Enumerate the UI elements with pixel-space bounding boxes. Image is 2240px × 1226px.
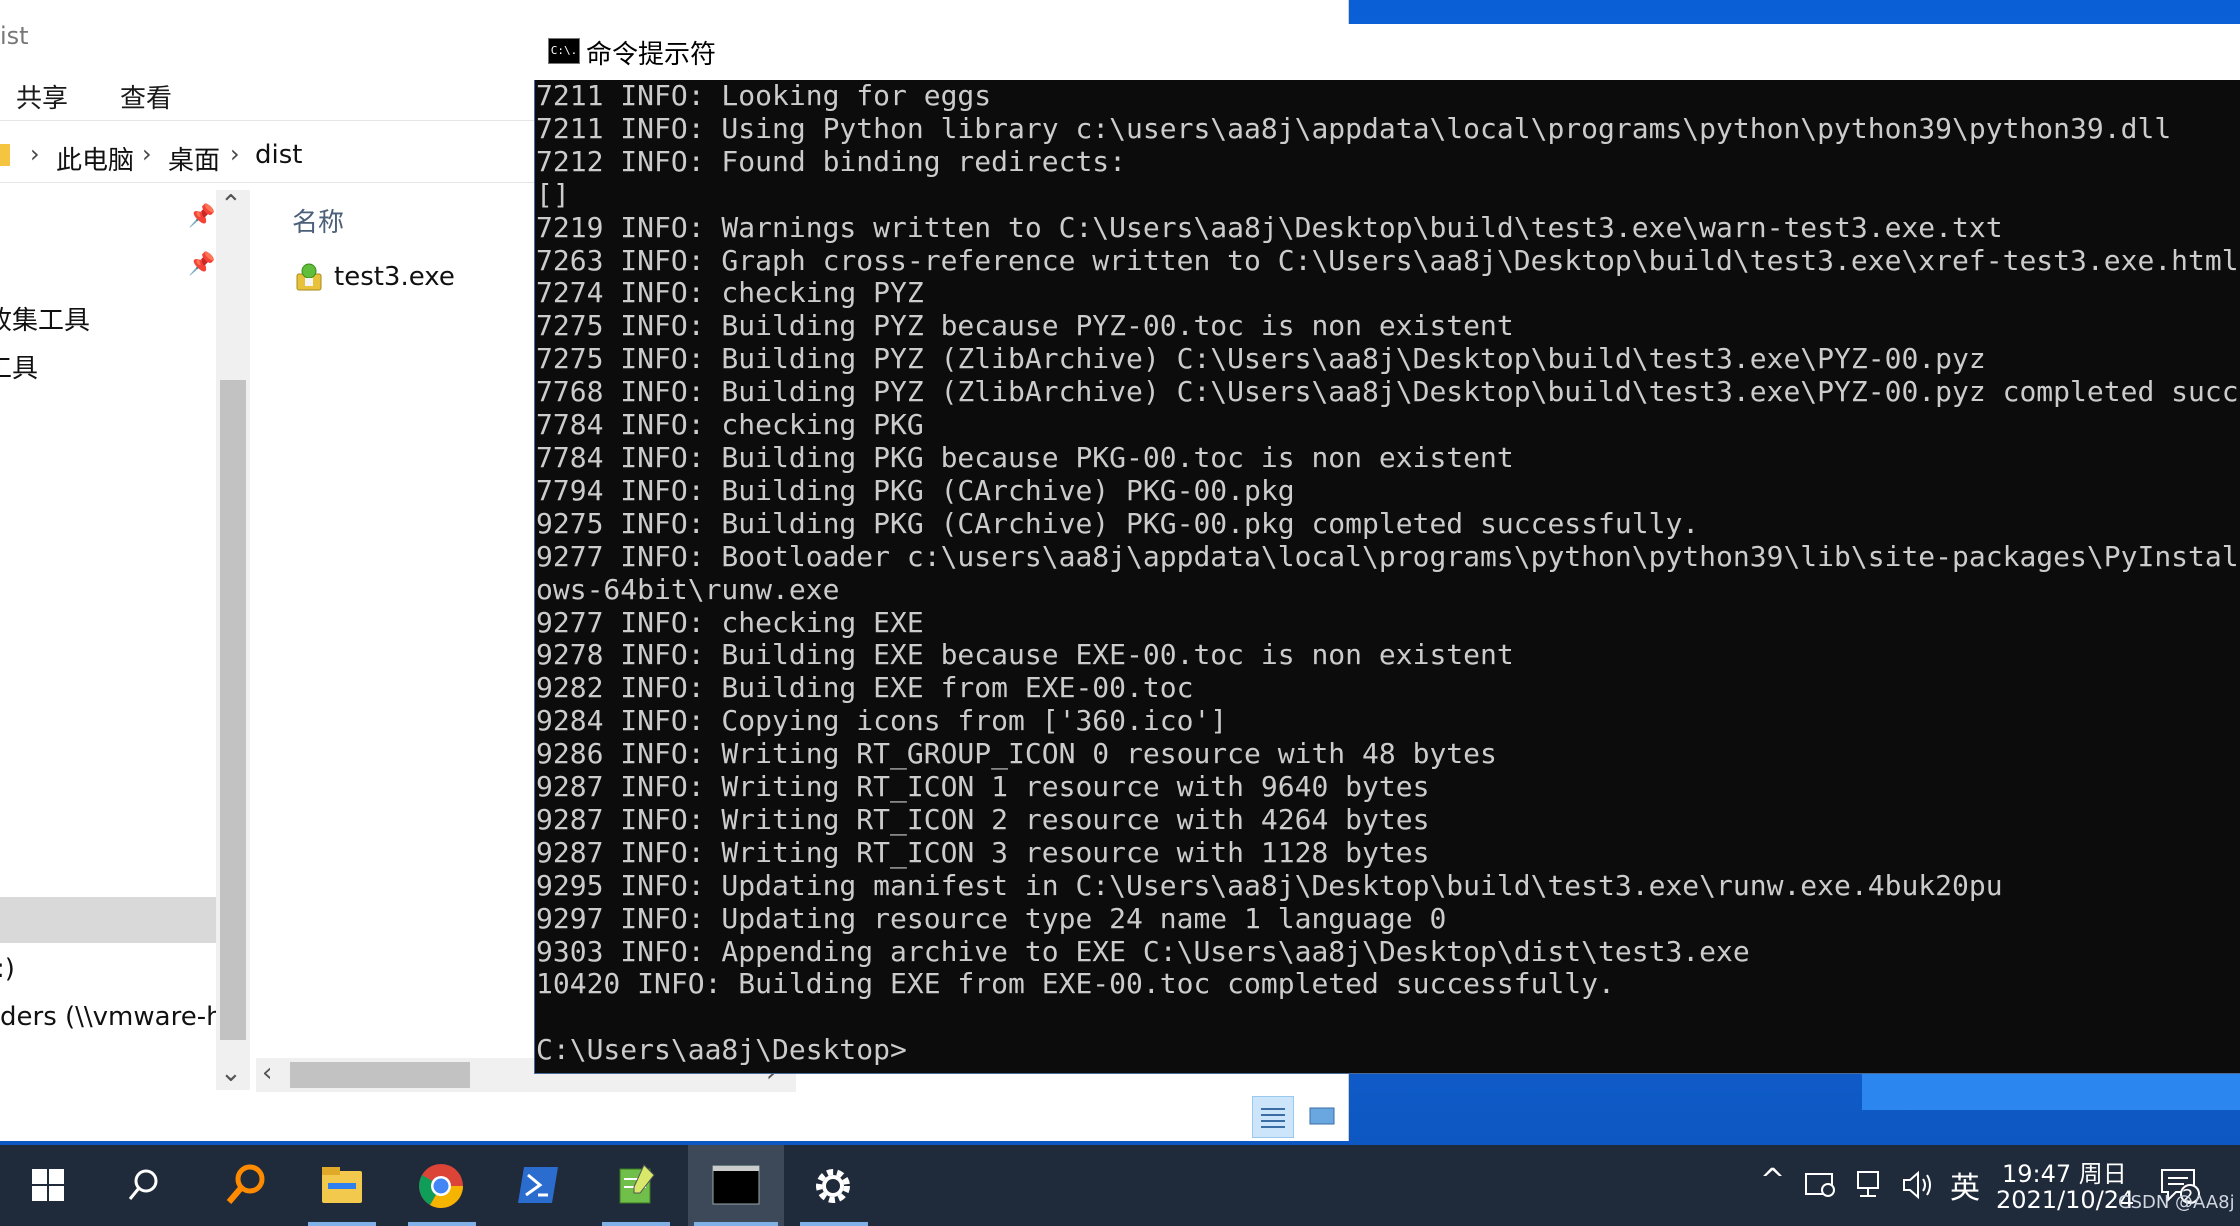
nav-item-shared-folders[interactable]: ders (\\vmware-hos xyxy=(0,1002,216,1032)
console-text: 7211 INFO: Looking for eggs 7211 INFO: U… xyxy=(536,80,2240,1067)
settings-icon xyxy=(816,1169,850,1203)
security-icon[interactable] xyxy=(1804,1170,1838,1200)
volume-icon[interactable] xyxy=(1902,1170,1936,1200)
cmd-console-output[interactable]: 7211 INFO: Looking for eggs 7211 INFO: U… xyxy=(536,80,2240,1070)
chevron-right-icon: › xyxy=(230,140,240,168)
running-indicator xyxy=(694,1222,778,1226)
horizontal-scroll-thumb[interactable] xyxy=(290,1062,470,1088)
pin-icon[interactable]: 📌 xyxy=(188,252,215,277)
vertical-scroll-thumb[interactable] xyxy=(220,380,246,1040)
ribbon-tab-share[interactable]: 共享 xyxy=(16,78,68,115)
explorer-title: ist xyxy=(0,22,29,50)
nav-item-drive[interactable]: :) xyxy=(0,954,15,984)
clock-time[interactable]: 19:47 周日 xyxy=(2002,1154,2127,1189)
taskbar-cmd[interactable] xyxy=(688,1145,784,1226)
ribbon-tab-view[interactable]: 查看 xyxy=(120,78,172,115)
nav-item-selected[interactable] xyxy=(0,897,216,943)
network-icon[interactable] xyxy=(1856,1170,1890,1200)
chevron-right-icon: › xyxy=(142,140,152,168)
cmd-titlebar[interactable] xyxy=(534,24,2240,80)
scroll-up-icon[interactable]: ⌃ xyxy=(220,190,242,220)
large-icons-view-icon xyxy=(1309,1107,1335,1125)
notepad-icon xyxy=(619,1164,655,1204)
breadcrumb-desktop[interactable]: 桌面 xyxy=(168,140,220,177)
nav-item-tools[interactable]: 工具 xyxy=(0,348,38,385)
nav-item-collect-tools[interactable]: 收集工具 xyxy=(0,300,90,337)
ime-indicator[interactable]: 英 xyxy=(1950,1163,1980,1207)
start-button[interactable] xyxy=(0,1145,96,1226)
file-list-pane xyxy=(256,185,536,1085)
csdn-watermark: CSDN @AA8j xyxy=(2118,1192,2235,1213)
file-explorer-icon xyxy=(322,1167,362,1203)
taskbar-settings[interactable] xyxy=(786,1145,882,1226)
folder-icon xyxy=(0,144,10,166)
taskbar-search-button[interactable] xyxy=(96,1145,192,1226)
details-view-icon xyxy=(1261,1108,1285,1128)
scroll-left-icon[interactable]: ‹ xyxy=(262,1058,272,1088)
search-app-icon xyxy=(226,1164,265,1204)
scroll-down-icon[interactable]: ⌄ xyxy=(220,1058,242,1088)
running-indicator xyxy=(308,1222,376,1226)
search-icon xyxy=(128,1169,158,1200)
running-indicator xyxy=(408,1222,476,1226)
windows-logo-icon xyxy=(32,1169,64,1201)
taskbar-chrome[interactable] xyxy=(394,1145,490,1226)
cmd-icon xyxy=(712,1165,760,1205)
chrome-icon xyxy=(419,1164,463,1208)
running-indicator xyxy=(800,1222,868,1226)
powershell-icon xyxy=(518,1167,558,1203)
running-indicator xyxy=(602,1222,670,1226)
breadcrumb-dist[interactable]: dist xyxy=(255,140,302,170)
taskbar-notepad[interactable] xyxy=(588,1145,684,1226)
exe-file-icon xyxy=(296,263,322,291)
breadcrumb-this-pc[interactable]: 此电脑 xyxy=(56,140,134,177)
chevron-right-icon: › xyxy=(30,140,40,168)
cmd-window-icon: C:\. xyxy=(548,38,580,64)
details-view-button[interactable] xyxy=(1252,1096,1294,1138)
taskbar-file-explorer[interactable] xyxy=(294,1145,390,1226)
pin-icon[interactable]: 📌 xyxy=(188,204,215,229)
file-test3-exe[interactable]: test3.exe xyxy=(334,262,455,292)
column-header-name[interactable]: 名称 xyxy=(292,202,344,239)
cmd-title: 命令提示符 xyxy=(586,40,717,70)
show-hidden-icons-chevron-icon[interactable]: ^ xyxy=(1760,1163,1785,1198)
taskbar-powershell[interactable] xyxy=(490,1145,586,1226)
large-icons-view-button[interactable] xyxy=(1302,1096,1342,1136)
taskbar-search-app[interactable] xyxy=(198,1145,294,1226)
clock-date[interactable]: 2021/10/24 xyxy=(1996,1186,2134,1214)
